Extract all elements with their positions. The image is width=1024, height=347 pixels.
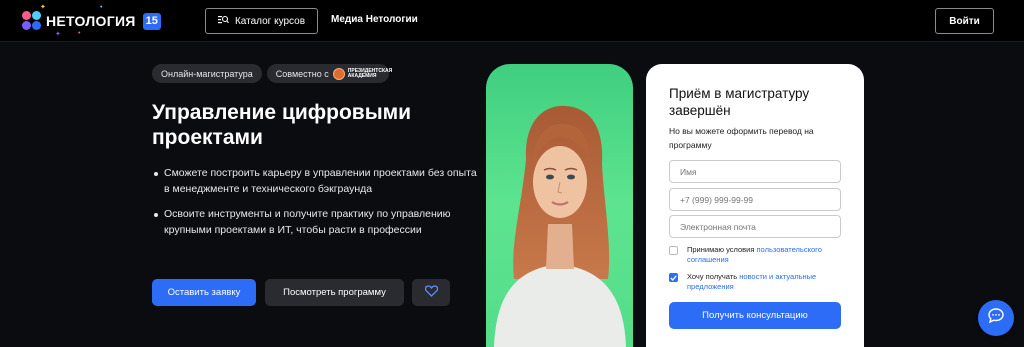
form-subtitle: Но вы можете оформить перевод на програм… <box>669 126 814 150</box>
consent-row: Принимаю условия пользовательского согла… <box>669 245 844 265</box>
confetti-decor: ✦ <box>40 4 46 11</box>
phone-field[interactable] <box>669 188 841 211</box>
logo-mark-icon <box>22 11 42 31</box>
login-button[interactable]: Войти <box>935 8 994 34</box>
view-program-button[interactable]: Посмотреть программу <box>265 279 404 306</box>
check-icon <box>670 274 677 281</box>
news-row: Хочу получать новости и актуальные предл… <box>669 272 844 292</box>
site-header: НЕТОЛОГИЯ 15 ✦ • • ✦ Каталог курсов Меди… <box>0 0 1024 42</box>
catalog-search-icon <box>217 15 229 27</box>
benefit-item: Сможете построить карьеру в управлении п… <box>152 166 482 197</box>
netology-logo[interactable]: НЕТОЛОГИЯ 15 <box>22 9 161 33</box>
catalog-button[interactable]: Каталог курсов <box>205 8 318 34</box>
consultation-form: Приём в магистратуру завершён Но вы може… <box>646 64 864 347</box>
brand-name: НЕТОЛОГИЯ <box>46 13 136 29</box>
email-field[interactable] <box>669 215 841 238</box>
chat-button[interactable] <box>978 300 1014 336</box>
news-text: Хочу получать <box>687 272 740 281</box>
format-chip-label: Онлайн-магистратура <box>161 68 253 79</box>
anniversary-badge: 15 <box>142 12 161 30</box>
news-checkbox[interactable] <box>669 273 678 282</box>
consent-label: Принимаю условия пользовательского согла… <box>687 245 844 265</box>
confetti-decor: • <box>78 30 81 37</box>
news-label: Хочу получать новости и актуальные предл… <box>687 272 844 292</box>
favorite-button[interactable] <box>412 279 450 306</box>
hero-chips: Онлайн-магистратура Совместно с Президен… <box>152 64 393 83</box>
form-title: Приём в магистратуру завершён <box>669 86 810 118</box>
consent-checkbox[interactable] <box>669 246 678 255</box>
chat-bubble-icon <box>988 308 1004 328</box>
catalog-label: Каталог курсов <box>234 15 306 27</box>
heart-icon <box>424 284 438 302</box>
media-link[interactable]: Медиа Нетологии <box>331 14 418 25</box>
benefit-item: Освоите инструменты и получите практику … <box>152 207 482 238</box>
format-chip: Онлайн-магистратура <box>152 64 262 83</box>
academy-emblem-icon <box>332 67 345 80</box>
student-photo-illustration <box>494 105 626 347</box>
confetti-decor: ✦ <box>55 31 61 38</box>
student-photo <box>486 64 633 347</box>
confetti-decor: • <box>100 4 103 11</box>
name-field[interactable] <box>669 160 841 183</box>
partner-chip-label: Совместно с <box>275 68 329 79</box>
academy-logo-text: Президентская академия <box>347 67 393 79</box>
academy-logo: Президентская академия <box>332 67 393 80</box>
partner-chip: Совместно с Президентская академия <box>266 64 393 83</box>
page-title: Управление цифровыми проектами <box>152 101 412 149</box>
get-consultation-button[interactable]: Получить консультацию <box>669 302 841 329</box>
consent-text: Принимаю условия <box>687 245 757 254</box>
benefits-list: Сможете построить карьеру в управлении п… <box>152 166 482 248</box>
apply-button[interactable]: Оставить заявку <box>152 279 256 306</box>
